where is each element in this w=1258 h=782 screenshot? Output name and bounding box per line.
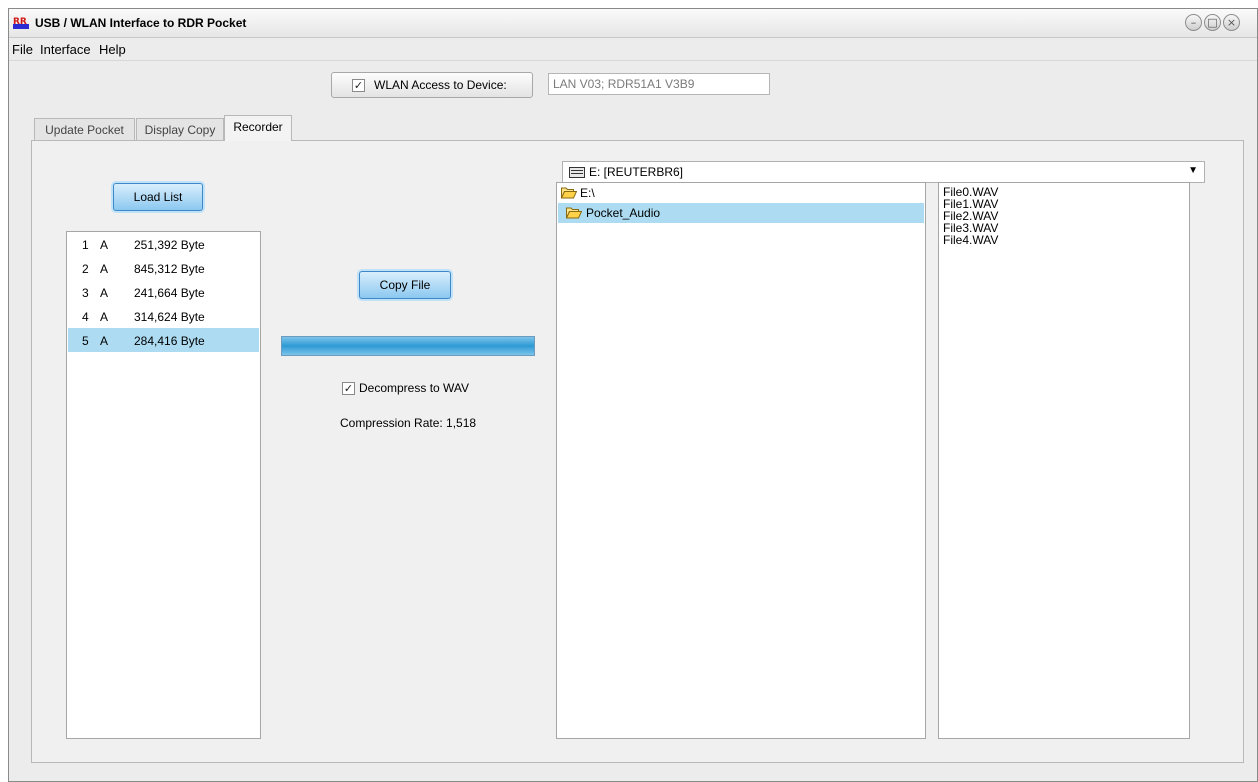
recording-row[interactable]: 1 A 251,392 Byte bbox=[68, 232, 259, 256]
open-folder-icon bbox=[561, 187, 577, 199]
open-folder-icon bbox=[566, 207, 582, 219]
recording-index: 3 bbox=[82, 286, 89, 300]
recordings-list[interactable]: 1 A 251,392 Byte 2 A 845,312 Byte 3 A 24… bbox=[66, 231, 261, 739]
recording-size: 284,416 Byte bbox=[134, 334, 205, 348]
maximize-button[interactable]: □ bbox=[1204, 14, 1221, 31]
minimize-icon: – bbox=[1190, 16, 1197, 29]
menu-interface[interactable]: Interface bbox=[40, 42, 91, 57]
decompress-label: Decompress to WAV bbox=[359, 381, 470, 395]
recording-index: 1 bbox=[82, 238, 89, 252]
device-info-field[interactable]: LAN V03; RDR51A1 V3B9 bbox=[548, 73, 770, 95]
folder-tree[interactable]: E:\ Pocket_Audio bbox=[556, 182, 926, 739]
dropdown-arrow-icon: ▼ bbox=[1188, 165, 1198, 176]
recording-flag: A bbox=[100, 334, 109, 348]
recording-row[interactable]: 4 A 314,624 Byte bbox=[68, 304, 259, 328]
decompress-checkbox[interactable]: ✓ bbox=[342, 382, 355, 395]
window-title: USB / WLAN Interface to RDR Pocket bbox=[35, 16, 247, 30]
progress-fill bbox=[282, 337, 534, 355]
drive-icon bbox=[569, 167, 585, 178]
file-item[interactable]: File4.WAV bbox=[943, 233, 998, 247]
folder-name: E:\ bbox=[580, 186, 595, 200]
app-logo-icon: RR bbox=[13, 17, 29, 29]
checkmark-icon: ✓ bbox=[343, 382, 354, 395]
recording-size: 241,664 Byte bbox=[134, 286, 205, 300]
minimize-button[interactable]: – bbox=[1185, 14, 1202, 31]
recording-flag: A bbox=[100, 262, 109, 276]
recording-row-selected[interactable]: 5 A 284,416 Byte bbox=[68, 328, 259, 352]
recording-flag: A bbox=[100, 286, 109, 300]
recording-index: 4 bbox=[82, 310, 89, 324]
maximize-icon: □ bbox=[1207, 16, 1218, 29]
folder-name: Pocket_Audio bbox=[586, 206, 661, 220]
copy-file-button[interactable]: Copy File bbox=[359, 271, 451, 299]
recording-size: 314,624 Byte bbox=[134, 310, 205, 324]
wlan-label: WLAN Access to Device: bbox=[374, 78, 507, 92]
recording-index: 2 bbox=[82, 262, 89, 276]
tab-recorder[interactable]: Recorder bbox=[224, 115, 292, 141]
app-window: RR USB / WLAN Interface to RDR Pocket – … bbox=[8, 8, 1258, 782]
close-icon: × bbox=[1226, 16, 1237, 29]
wlan-access-toggle[interactable]: ✓ WLAN Access to Device: bbox=[331, 72, 533, 98]
menu-file[interactable]: File bbox=[12, 42, 33, 57]
tab-display-copy[interactable]: Display Copy bbox=[136, 118, 224, 140]
recording-flag: A bbox=[100, 310, 109, 324]
recording-size: 845,312 Byte bbox=[134, 262, 205, 276]
compression-rate-text: Compression Rate: 1,518 bbox=[340, 416, 477, 430]
title-bar: RR USB / WLAN Interface to RDR Pocket – … bbox=[9, 9, 1257, 38]
wlan-checkbox[interactable]: ✓ bbox=[352, 79, 365, 92]
drive-selected: E: [REUTERBR6] bbox=[589, 165, 684, 179]
recording-index: 5 bbox=[82, 334, 89, 348]
file-list[interactable]: File0.WAV File1.WAV File2.WAV File3.WAV … bbox=[938, 182, 1190, 739]
checkmark-icon: ✓ bbox=[353, 79, 364, 92]
recording-size: 251,392 Byte bbox=[134, 238, 205, 252]
close-button[interactable]: × bbox=[1223, 14, 1240, 31]
drive-selector[interactable]: E: [REUTERBR6] ▼ bbox=[562, 161, 1205, 183]
menu-help[interactable]: Help bbox=[99, 42, 126, 57]
folder-item[interactable]: E:\ bbox=[558, 183, 924, 203]
recording-row[interactable]: 3 A 241,664 Byte bbox=[68, 280, 259, 304]
tab-update-pocket[interactable]: Update Pocket bbox=[34, 118, 135, 140]
recording-flag: A bbox=[100, 238, 109, 252]
copy-progress-bar bbox=[281, 336, 535, 356]
menu-bar: File Interface Help bbox=[9, 38, 1257, 61]
folder-item-selected[interactable]: Pocket_Audio bbox=[558, 203, 924, 223]
svg-text:RR: RR bbox=[13, 17, 27, 27]
recording-row[interactable]: 2 A 845,312 Byte bbox=[68, 256, 259, 280]
load-list-button[interactable]: Load List bbox=[113, 183, 203, 211]
